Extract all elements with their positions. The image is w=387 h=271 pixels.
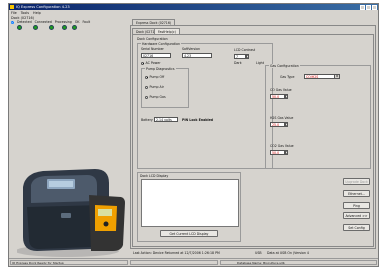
close-button[interactable] [372,4,377,10]
status-bar: IQ Express Dock Ready for Startup Databa… [9,258,378,266]
app-icon [10,5,14,9]
co2-gas-field[interactable]: 50.0 [270,150,285,155]
database-status: Database Name: Bioculture.sdb [220,260,377,265]
lcd-contrast-label: LCD Contrast [234,48,256,52]
col-ok: OK [74,20,80,24]
maximize-button[interactable] [366,4,371,10]
dock-status-panel: Dock (02716) Detected Connected Processi… [11,16,129,260]
battery-field: 2.14 volts [154,117,178,122]
get-lcd-display-button[interactable]: Get Current LCD Display [160,230,218,237]
software-label: SoftVersion [182,47,201,51]
col-detected: Detected [17,20,32,24]
ac-power-dot [141,61,144,65]
minimize-button[interactable] [360,4,365,10]
usb-status: USB [255,251,262,255]
lcd-contrast-field[interactable]: 7 [234,54,246,59]
software-field: 4.23 [182,53,212,58]
h2s-gas-spinner[interactable]: ▴ ▾ [285,122,288,127]
pin-lock-status: PIN Lock Enabled [182,118,214,122]
upgrade-dock-button[interactable]: Upgrade Dock [343,178,370,185]
hardware-heading: Hardware Configuration [141,42,182,46]
menu-tools[interactable]: Tools [21,11,29,15]
h2s-gas-field[interactable]: 25.0 [270,122,285,127]
processing-led [49,25,54,30]
pump-gas-radio[interactable]: Pump Gas [145,95,166,99]
light-label: Light [256,61,264,65]
pump-gas-label: Pump Gas [149,95,166,99]
gas-type-value: CO/H2S [306,75,319,79]
set-config-button[interactable]: Set Config [343,224,370,231]
menu-bar: File Tools Help [11,11,41,15]
gas-type-select[interactable]: CO/H2S ▼ [304,74,340,79]
hardware-group: Hardware Configuration Serial Number Sof… [137,42,273,169]
gas-heading: Gas Configuration [269,64,300,68]
gas-type-label: Gas Type [280,75,295,79]
last-action-status: Last Action: Device Returned at 12/7/200… [133,251,220,255]
advanced-button[interactable]: Advanced >> [343,212,370,219]
pump-off-dot [145,75,148,79]
pump-off-radio[interactable]: Pump Off [145,75,164,79]
pump-off-label: Pump Off [149,75,165,79]
dock-config-heading: Dock Configuration [137,37,168,41]
fault-led [72,25,77,30]
menu-help[interactable]: Help [33,11,41,15]
col-connected: Connected [34,20,52,24]
battery-label: Battery [141,118,153,122]
dark-label: Dark [234,61,242,65]
title-bar: IQ Express Configuration 4.23 [9,4,378,10]
serial-label: Serial Number [141,47,164,51]
pump-air-dot [145,85,148,89]
lcd-display-screen [141,179,239,227]
ok-led [62,25,67,30]
detected-led [17,25,22,30]
ping-button[interactable]: Ping [343,202,370,209]
col-fault: Fault [82,20,91,24]
pump-group: Pump Diagnostics Pump Off Pump Air Pump … [141,67,189,108]
serial-field: 02716 [141,53,171,58]
col-processing: Processing [54,20,72,24]
dock-status-headers: Detected Connected Processing OK Fault [11,20,90,24]
ethernet-button[interactable]: Ethernet... [343,190,370,197]
lcd-display-group: Dock LCD Display Get Current LCD Display [137,172,241,242]
pump-air-radio[interactable]: Pump Air [145,85,164,89]
h2s-gas-label: H2S Gas Value [270,116,294,120]
chevron-down-icon: ▼ [334,75,339,78]
co-gas-label: CO Gas Value [270,88,292,92]
ready-status: IQ Express Dock Ready for Startup [10,260,128,265]
data-status: Data at USB On (Version 4 [267,251,309,255]
lcd-contrast-spinner[interactable]: ▴ ▾ [246,54,249,59]
main-window: IQ Express Configuration 4.23 File Tools… [8,3,379,267]
gas-group: Gas Configuration Gas Type CO/H2S ▼ CO G… [265,64,371,169]
dock-device-image [17,169,125,257]
pump-air-label: Pump Air [149,85,164,89]
co-gas-field[interactable]: 50.0 [270,94,285,99]
status-cell-empty [130,260,218,265]
ac-power-label: AC Power [145,61,161,65]
ac-power-indicator: AC Power [141,61,161,65]
lcd-display-heading: Dock LCD Display [140,174,169,178]
co2-gas-label: CO2 Gas Value [270,144,294,148]
window-title: IQ Express Configuration 4.23 [16,5,70,9]
dock-select-checkbox[interactable] [11,20,14,24]
pump-gas-dot [145,95,148,99]
connected-led [33,25,38,30]
pump-heading: Pump Diagnostics [145,67,176,71]
co-gas-spinner[interactable]: ▴ ▾ [285,94,288,99]
co2-gas-spinner[interactable]: ▴ ▾ [285,150,288,155]
menu-file[interactable]: File [11,11,17,15]
